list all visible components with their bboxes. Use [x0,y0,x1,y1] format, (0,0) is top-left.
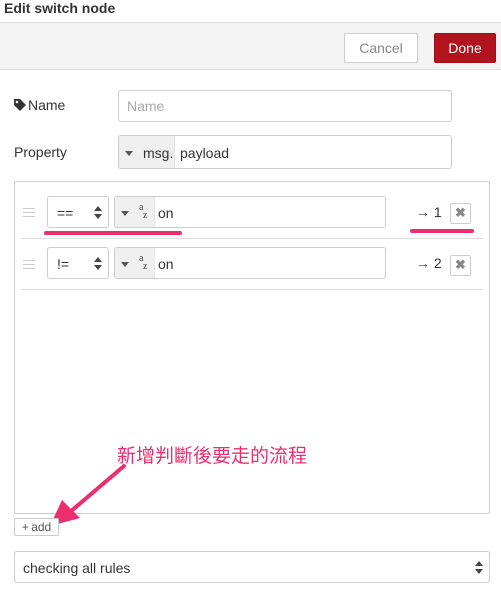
add-label: add [31,520,52,534]
rule-output-label: → 2 [416,255,442,271]
rule-value[interactable]: on [158,256,174,272]
rule-value[interactable]: on [158,205,174,221]
name-label: Name [14,97,65,113]
rule-type-selector[interactable]: a z [115,248,155,278]
close-icon[interactable]: ✖ [450,255,471,276]
rule-value-input[interactable]: a z on [114,247,386,279]
updown-arrows-icon [94,206,102,220]
rule-type-selector[interactable]: a z [115,197,155,227]
updown-arrows-icon [475,561,483,575]
cancel-button[interactable]: Cancel [344,33,418,63]
annotation-text: 新增判斷後要走的流程 [117,446,308,467]
plus-icon: + [21,520,29,534]
rule-operator-select[interactable]: != [47,247,109,279]
dialog-titlebar: Edit switch node [0,0,501,22]
rule-divider [21,289,483,290]
name-label-text: Name [28,97,66,113]
name-input[interactable] [118,90,452,122]
done-button[interactable]: Done [434,33,496,63]
property-type-selector[interactable]: msg. [119,136,175,168]
drag-handle-icon[interactable] [23,260,35,270]
drag-handle-icon[interactable] [23,208,35,218]
updown-arrows-icon [94,257,102,271]
rule-mode-value: checking all rules [23,560,131,576]
rule-mode-select[interactable]: checking all rules [14,551,490,583]
dialog-button-bar: Cancel Done [0,22,501,70]
string-type-icon-bottom: z [143,261,148,272]
caret-down-icon [121,211,129,216]
highlight-underline [410,229,474,233]
close-icon[interactable]: ✖ [450,203,471,224]
caret-down-icon [125,151,133,156]
caret-down-icon [121,262,129,267]
rule-output-label: → 1 [416,204,442,220]
tag-icon [14,99,26,111]
property-value[interactable]: payload [180,145,229,161]
property-typed-input[interactable]: msg. payload [118,135,452,169]
rule-operator-value: == [57,205,74,221]
highlight-underline [44,231,182,235]
rule-operator-value: != [57,256,70,272]
rule-value-input[interactable]: a z on [114,196,386,228]
add-rule-button[interactable]: + add [14,518,59,536]
string-type-icon-bottom: z [143,210,148,221]
rule-operator-select[interactable]: == [47,196,109,228]
dialog-title: Edit switch node [4,0,116,16]
property-label: Property [14,144,67,160]
property-prefix: msg. [143,145,174,161]
rule-divider [21,238,483,239]
